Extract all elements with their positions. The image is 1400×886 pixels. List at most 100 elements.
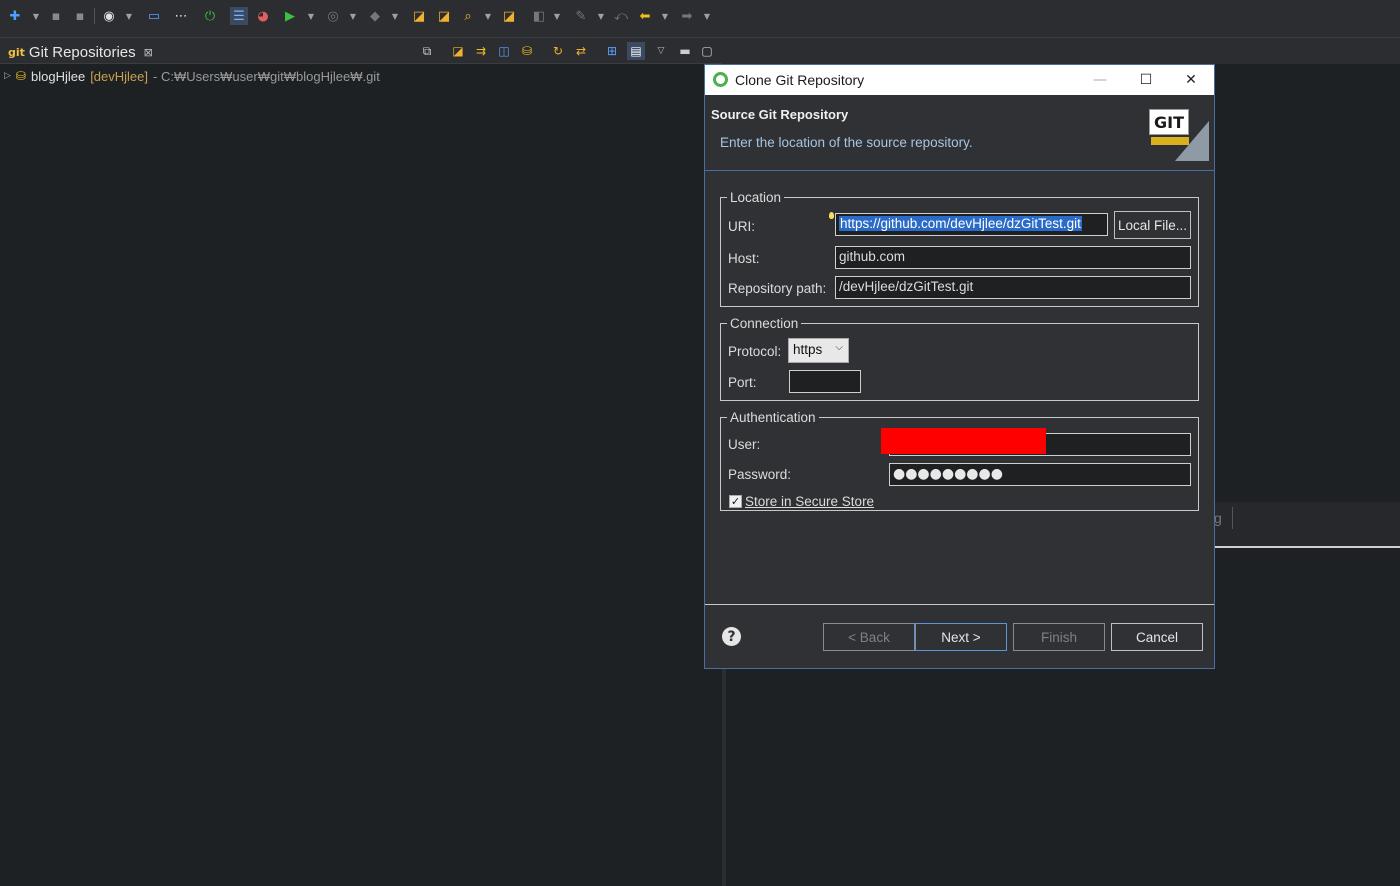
chevron-down-icon[interactable]: ▼ [483, 7, 493, 25]
repository-tree-item[interactable]: ▷ ⛁ blogHjlee [devHjlee] - C:₩Users₩user… [4, 66, 380, 86]
clone-git-repository-dialog: Clone Git Repository — ☐ ✕ Source Git Re… [704, 64, 1215, 669]
expand-arrow-icon[interactable]: ▷ [4, 71, 11, 81]
main-toolbar: ✚ ▼ ▪ ▪ ◉ ▼ ▭ ⋯ ⏻ ☰ ◕ ▶ ▼ ◎ ▼ ◆ ▼ ◪ ◪ ⌕ … [0, 0, 1400, 38]
view-menu-icon[interactable]: ▽ [652, 42, 670, 60]
monitor-icon[interactable]: ▭ [145, 7, 163, 25]
tab-title: Git Repositories [28, 44, 136, 61]
chevron-down-icon[interactable]: ▼ [702, 7, 712, 25]
annotation-icon[interactable]: ◧ [530, 7, 548, 25]
connection-legend: Connection [730, 316, 799, 331]
close-icon[interactable]: ⊠ [144, 46, 153, 59]
port-label: Port: [728, 375, 757, 390]
uri-label: URI: [728, 219, 755, 234]
uri-value: https://github.com/devHjlee/dzGitTest.gi… [839, 216, 1082, 231]
search-icon[interactable]: ⌕ [459, 7, 477, 25]
password-input[interactable]: ●●●●●●●●● [889, 463, 1191, 486]
dialog-titlebar[interactable]: Clone Git Repository — ☐ ✕ [705, 65, 1214, 95]
content-assist-hint-icon [829, 212, 834, 219]
save-all-icon[interactable]: ▪ [71, 7, 89, 25]
external-icon[interactable]: ◆ [366, 7, 384, 25]
chevron-down-icon[interactable]: ▼ [390, 7, 400, 25]
maximize-icon[interactable]: ▢ [698, 42, 716, 60]
local-file-button[interactable]: Local File... [1114, 211, 1191, 239]
protocol-select[interactable]: https ⌵ [788, 338, 849, 363]
protocol-value: https [793, 342, 823, 357]
refresh-icon[interactable]: ↻ [549, 42, 567, 60]
stop-icon[interactable]: ◎ [324, 7, 342, 25]
dialog-title: Clone Git Repository [735, 72, 865, 88]
wizard-footer: ? < Back Next > Finish Cancel [705, 604, 1214, 668]
eclipse-logo-icon [713, 72, 728, 87]
minimize-button[interactable]: — [1077, 65, 1123, 95]
protocol-label: Protocol: [728, 344, 782, 359]
tab-git-repositories[interactable]: git Git Repositories ⊠ [4, 41, 161, 64]
hierarchy-icon[interactable]: ⊞ [603, 42, 621, 60]
git-logo-icon: GIT [1141, 99, 1215, 167]
chevron-down-icon[interactable]: ▼ [660, 7, 670, 25]
finish-button[interactable]: Finish [1013, 623, 1105, 651]
port-input[interactable] [789, 370, 861, 393]
edit-icon[interactable]: ✎ [572, 7, 590, 25]
repository-path-label: Repository path: [728, 281, 827, 296]
chevron-down-icon[interactable]: ▼ [596, 7, 606, 25]
repository-icon[interactable]: ⛁ [518, 42, 536, 60]
repo-name: blogHjlee [30, 68, 86, 84]
debug-icon[interactable]: ⋯ [172, 7, 190, 25]
cancel-button[interactable]: Cancel [1111, 623, 1203, 651]
uri-input[interactable]: https://github.com/devHjlee/dzGitTest.gi… [835, 213, 1108, 236]
wizard-page-title: Source Git Repository [711, 107, 849, 122]
editor-tabbar [726, 38, 1400, 64]
git-logo-pipe [1151, 137, 1189, 145]
repository-icon: ⛁ [15, 69, 26, 83]
password-label: Password: [728, 467, 792, 482]
user-icon[interactable]: ◉ [100, 7, 118, 25]
open-resource-icon[interactable]: ◪ [435, 7, 453, 25]
tasks-icon[interactable]: ☰ [230, 7, 248, 25]
document-icon[interactable]: ▤ [627, 42, 645, 60]
add-repository-icon[interactable]: ◪ [449, 42, 467, 60]
close-button[interactable]: ✕ [1168, 65, 1214, 95]
git-repositories-view: ▷ ⛁ blogHjlee [devHjlee] - C:₩Users₩user… [0, 64, 722, 886]
repository-path-input[interactable]: /devHjlee/dzGitTest.git [835, 276, 1191, 299]
chevron-down-icon[interactable]: ▼ [31, 7, 41, 25]
new-icon[interactable]: ✚ [6, 7, 24, 25]
wizard-page-message: Enter the location of the source reposit… [720, 135, 973, 150]
repo-path: - C:₩Users₩user₩git₩blogHjlee₩.git [153, 68, 380, 84]
clone-repository-icon[interactable]: ⇉ [472, 42, 490, 60]
chevron-down-icon: ⌵ [835, 342, 843, 353]
chevron-down-icon[interactable]: ▼ [348, 7, 358, 25]
maximize-button[interactable]: ☐ [1123, 65, 1169, 95]
chevron-down-icon[interactable]: ▼ [306, 7, 316, 25]
wizard-body: Location URI: https://github.com/devHjle… [705, 172, 1214, 604]
minimize-icon[interactable]: ▬ [676, 42, 694, 60]
last-edit-icon[interactable]: ⤺ [612, 7, 630, 25]
tab-label-partial[interactable]: g [1214, 510, 1222, 526]
redacted-username [881, 428, 1046, 454]
store-secure-checkbox[interactable]: ✓ [729, 495, 742, 508]
console-tabbar: g [1214, 502, 1400, 548]
chevron-down-icon[interactable]: ▼ [552, 7, 562, 25]
location-legend: Location [730, 190, 782, 205]
help-icon[interactable]: ? [722, 627, 741, 646]
host-label: Host: [728, 251, 760, 266]
create-repository-icon[interactable]: ◫ [495, 42, 513, 60]
collapse-all-icon[interactable]: ⧉ [418, 42, 436, 60]
back-button[interactable]: < Back [823, 623, 915, 651]
repo-branch: [devHjlee] [90, 68, 148, 84]
git-logo-text: GIT [1149, 109, 1189, 135]
back-icon[interactable]: ⬅ [636, 7, 654, 25]
power-icon[interactable]: ⏻ [201, 7, 219, 25]
store-secure-label[interactable]: Store in Secure Store [745, 494, 874, 509]
host-input[interactable]: github.com [835, 246, 1191, 269]
run-icon[interactable]: ▶ [281, 7, 299, 25]
chevron-down-icon[interactable]: ▼ [124, 7, 134, 25]
save-icon[interactable]: ▪ [47, 7, 65, 25]
next-button[interactable]: Next > [915, 623, 1007, 651]
open-type-icon[interactable]: ◪ [410, 7, 428, 25]
link-icon[interactable]: ⇄ [572, 42, 590, 60]
chart-icon[interactable]: ◕ [254, 7, 272, 25]
toolbar-separator [94, 8, 95, 24]
folder-icon[interactable]: ◪ [500, 7, 518, 25]
git-icon: git [8, 46, 25, 59]
forward-icon[interactable]: ➡ [678, 7, 696, 25]
